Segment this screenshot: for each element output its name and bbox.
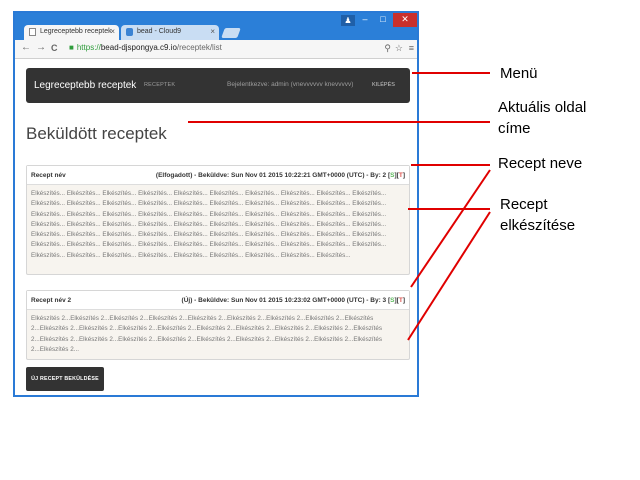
star-icon[interactable]: ☆ [395, 43, 403, 54]
new-tab-button[interactable] [221, 28, 241, 38]
tab-cloud9[interactable]: bead - Cloud9 × [121, 25, 219, 40]
recipe-body: Elkészítés... Elkészítés... Elkészítés..… [31, 190, 387, 259]
browser-titlebar: Legreceptebb receptek × bead - Cloud9 × … [15, 13, 417, 40]
lock-icon: ■ [69, 43, 74, 52]
browser-toolbar: ← → C ■ https://bead-djspongya.c9.io/rece… [15, 40, 417, 59]
close-tab-icon[interactable]: × [210, 27, 215, 36]
recipe-name: Recept név [31, 172, 66, 179]
back-icon[interactable]: ← [21, 42, 31, 53]
annotation-title-line1: Aktuális oldal [498, 99, 587, 116]
annotation-recipe-name: Recept neve [498, 155, 583, 172]
tab-label: Legreceptebb receptek [40, 28, 112, 35]
recipe-panel: Recept név (Elfogadott) - Beküldve: Sun … [26, 165, 410, 275]
close-window-button[interactable]: ✕ [393, 13, 417, 27]
recipe-panel: Recept név 2 (Új) - Beküldve: Sun Nov 01… [26, 290, 410, 360]
tab-label: bead - Cloud9 [137, 28, 181, 35]
recipe-body: Elkészítés 2...Elkészítés 2...Elkészítés… [31, 315, 383, 353]
page-title: Beküldött receptek [26, 124, 167, 143]
user-icon[interactable]: ♟ [341, 15, 355, 26]
prep2-pointer-line [407, 211, 491, 341]
recipe-t-link[interactable]: T [399, 297, 403, 304]
recipe-meta-text: (Elfogadott) - Beküldve: Sun Nov 01 2015… [155, 172, 388, 179]
forward-icon[interactable]: → [36, 42, 46, 53]
tab-legreceptebb[interactable]: Legreceptebb receptek × [24, 25, 119, 40]
logged-in-user: Bejelentkezve: admin (vnevvvvvv knevvvvv… [227, 81, 354, 88]
url-scheme: https:// [76, 43, 101, 52]
recipe-s-link[interactable]: S [390, 297, 394, 304]
recipe-meta: (Elfogadott) - Beküldve: Sun Nov 01 2015… [155, 172, 405, 179]
submit-recipe-button[interactable]: ÚJ RECEPT BEKÜLDÉSE [26, 367, 104, 391]
url-path: /receptek/list [176, 43, 222, 52]
recipe-t-link[interactable]: T [399, 172, 403, 179]
logout-link[interactable]: KILÉPÉS [372, 82, 395, 88]
recipe-heading: Recept név (Elfogadott) - Beküldve: Sun … [27, 166, 409, 185]
recipe-name: Recept név 2 [31, 297, 72, 304]
recipe-meta: (Új) - Beküldve: Sun Nov 01 2015 10:23:0… [181, 297, 405, 304]
menu-icon[interactable]: ≡ [409, 43, 414, 53]
recipe-s-link[interactable]: S [390, 172, 394, 179]
url-host: bead-djspongya.c9.io [100, 43, 177, 52]
brand-link[interactable]: Legreceptebb receptek [34, 80, 136, 91]
cloud9-icon [126, 28, 133, 36]
minimize-button[interactable]: – [357, 13, 373, 27]
address-bar[interactable]: ■ https://bead-djspongya.c9.io/receptek/l… [69, 43, 222, 52]
browser-window: Legreceptebb receptek × bead - Cloud9 × … [13, 11, 419, 397]
page-icon [29, 28, 36, 36]
key-icon[interactable]: ⚲ [384, 43, 391, 54]
recipe-heading: Recept név 2 (Új) - Beküldve: Sun Nov 01… [27, 291, 409, 310]
maximize-button[interactable]: □ [375, 13, 391, 27]
close-tab-icon[interactable]: × [110, 27, 115, 36]
recipe-meta-text: (Új) - Beküldve: Sun Nov 01 2015 10:23:0… [181, 297, 388, 304]
navbar: Legreceptebb receptek RECEPTEK Bejelentk… [26, 68, 410, 103]
annotation-prep-line2: elkészítése [500, 217, 576, 234]
annotation-prep-line1: Recept [500, 196, 548, 213]
annotation-title-line2: címe [498, 120, 531, 137]
name2-pointer-line [410, 169, 491, 288]
annotation-menu: Menü [500, 65, 538, 82]
page-content: Legreceptebb receptek RECEPTEK Bejelentk… [15, 59, 417, 395]
reload-icon[interactable]: C [51, 43, 58, 53]
nav-link-receptek[interactable]: RECEPTEK [144, 82, 175, 88]
